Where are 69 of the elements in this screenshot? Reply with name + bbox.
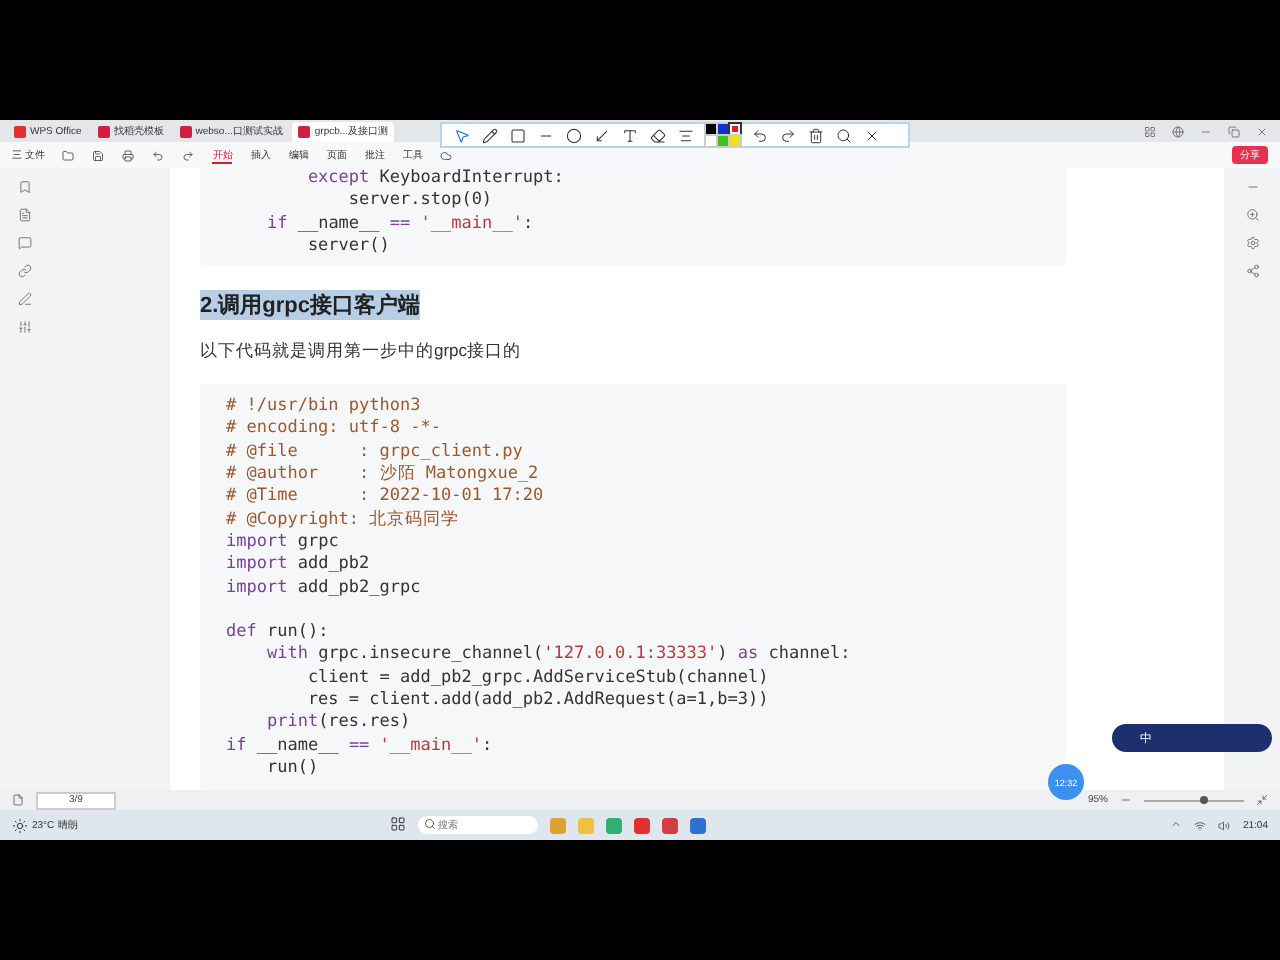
volume-icon[interactable] <box>1218 819 1231 831</box>
text-tool-icon[interactable] <box>622 127 638 143</box>
bookmark-icon[interactable] <box>18 180 32 194</box>
rectangle-tool-icon[interactable] <box>510 127 526 143</box>
color-swatch[interactable] <box>706 136 716 146</box>
pointer-tool-icon[interactable] <box>454 127 470 143</box>
weather-icon <box>12 817 28 833</box>
search-icon[interactable] <box>836 127 852 143</box>
arrow-tool-icon[interactable] <box>594 127 610 143</box>
zoom-icon[interactable] <box>1245 208 1259 222</box>
code-line: client = add_pb2_grpc.AddServiceStub(channel) <box>305 667 771 691</box>
section-heading: 2.调用grpc接口客户端 <box>200 290 421 321</box>
code-line: server() <box>305 235 392 259</box>
slider-thumb[interactable] <box>1200 795 1208 803</box>
code-line: # !/usr/bin python3 <box>226 396 423 419</box>
tray-icon[interactable] <box>1170 817 1183 829</box>
code-line: server.stop(0) <box>346 190 495 214</box>
undo-icon[interactable] <box>752 127 768 143</box>
code-line: # @Time : 2022-10-01 17:20 <box>226 486 546 510</box>
comment-icon[interactable] <box>18 236 32 250</box>
code-line: run() <box>264 757 321 781</box>
redo-icon[interactable] <box>780 127 796 143</box>
color-swatch[interactable] <box>706 124 716 134</box>
code-line: print(res.res) <box>264 712 413 736</box>
cloud-icon[interactable] <box>440 149 453 161</box>
folder-icon[interactable] <box>62 149 75 161</box>
lines-tool-icon[interactable] <box>678 127 694 143</box>
paragraph: 以下代码就是调用第一步中的grpc接口的 <box>200 340 524 365</box>
color-swatch[interactable] <box>718 124 728 134</box>
save-icon[interactable] <box>92 149 105 161</box>
color-swatch[interactable] <box>730 124 740 134</box>
edit-icon[interactable] <box>18 292 32 306</box>
code-line: # @Copyright: 北京码同学 <box>226 509 462 532</box>
code-line: import grpc <box>226 531 341 555</box>
code-line: except KeyboardInterrupt: <box>305 168 566 191</box>
color-swatch[interactable] <box>730 136 740 146</box>
fit-icon[interactable] <box>1256 794 1268 806</box>
search-icon <box>424 818 437 830</box>
globe-icon[interactable] <box>1172 125 1184 137</box>
code-line: import add_pb2_grpc <box>226 577 423 600</box>
trash-icon[interactable] <box>808 127 824 143</box>
start-icon[interactable] <box>390 815 407 831</box>
code-line: res = client.add(add_pb2.AddRequest(a=1,b=3)) <box>305 690 771 713</box>
redo-icon[interactable] <box>182 149 195 161</box>
code-line: def run(): <box>226 622 331 645</box>
code-line: # @author : 沙陌 Matongxue_2 <box>226 464 541 487</box>
eraser-tool-icon[interactable] <box>650 127 666 143</box>
code-line: if __name__ == '__main__': <box>226 735 495 758</box>
pen-tool-icon[interactable] <box>482 127 498 143</box>
print-icon[interactable] <box>122 149 135 161</box>
color-swatch[interactable] <box>718 136 728 146</box>
layout-icon[interactable] <box>1144 125 1156 137</box>
sliders-icon[interactable] <box>18 320 32 334</box>
link-icon[interactable] <box>18 264 32 278</box>
zoom-out-icon[interactable] <box>1120 794 1132 806</box>
restore-icon[interactable] <box>1228 125 1240 137</box>
undo-icon[interactable] <box>152 149 165 161</box>
code-line: with grpc.insecure_channel('127.0.0.1:33333') as channel: <box>264 644 853 668</box>
document-icon[interactable] <box>18 208 32 222</box>
wifi-icon[interactable] <box>1194 819 1207 831</box>
ellipse-tool-icon[interactable] <box>566 127 582 143</box>
pages-icon[interactable] <box>12 794 24 806</box>
settings-icon[interactable] <box>1245 236 1259 250</box>
close-icon[interactable] <box>864 127 880 143</box>
code-line: # @file : grpc_client.py <box>226 441 525 464</box>
code-line: # encoding: utf-8 -*- <box>226 418 443 442</box>
code-line: if __name__ == '__main__': <box>264 213 536 236</box>
share-icon[interactable] <box>1245 264 1259 278</box>
code-line: import add_pb2 <box>226 554 372 578</box>
